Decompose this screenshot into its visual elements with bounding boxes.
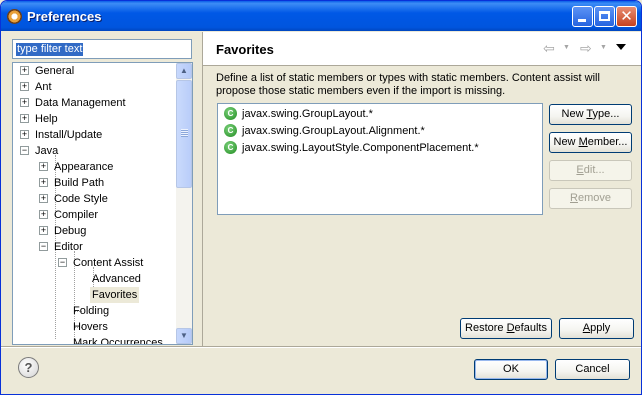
expand-icon[interactable]: + <box>20 130 29 139</box>
expand-icon[interactable]: + <box>39 226 48 235</box>
expand-icon[interactable]: + <box>39 210 48 219</box>
window-title: Preferences <box>27 9 102 24</box>
tree-item-label: Data Management <box>35 97 126 109</box>
expand-icon[interactable]: + <box>39 194 48 203</box>
tree-item-label: Appearance <box>54 161 114 173</box>
edit-button[interactable]: Edit... <box>549 160 632 181</box>
tree-item-help[interactable]: + Help <box>13 111 173 127</box>
tree-item-label: Compiler <box>54 209 99 221</box>
expand-icon[interactable]: + <box>20 66 29 75</box>
grip-icon <box>181 129 188 137</box>
favorite-label: javax.swing.GroupLayout.Alignment.* <box>242 125 425 137</box>
forward-arrow-icon[interactable]: ⇨ <box>580 40 592 57</box>
tree-item-ant[interactable]: + Ant <box>13 79 173 95</box>
tree-item-content-assist[interactable]: − Content Assist <box>13 255 173 271</box>
filter-input[interactable] <box>13 40 191 58</box>
collapse-icon[interactable]: − <box>58 258 67 267</box>
expand-icon[interactable]: + <box>20 98 29 107</box>
tree-item-data-management[interactable]: + Data Management <box>13 95 173 111</box>
help-icon[interactable]: ? <box>18 357 39 378</box>
expand-icon[interactable]: + <box>39 162 48 171</box>
class-icon: C <box>224 107 237 120</box>
maximize-button[interactable] <box>594 6 615 27</box>
tree-item-label: General <box>35 65 75 77</box>
tree-item-favorites[interactable]: Favorites <box>13 287 173 303</box>
tree-item-debug[interactable]: + Debug <box>13 223 173 239</box>
favorites-list[interactable]: C javax.swing.GroupLayout.* C javax.swin… <box>217 103 543 215</box>
minimize-icon <box>578 19 586 22</box>
tree-item-label: Folding <box>73 305 110 317</box>
preferences-window: Preferences ✕ type filter text + General… <box>0 0 642 395</box>
tree-item-java[interactable]: − Java <box>13 143 173 159</box>
tree-scrollbar[interactable]: ▲ ▼ <box>176 63 192 344</box>
class-icon: C <box>224 124 237 137</box>
tree-item-label: Content Assist <box>73 257 144 269</box>
tree-item-label: Advanced <box>92 273 141 285</box>
expand-icon[interactable]: + <box>39 178 48 187</box>
back-arrow-icon[interactable]: ⇦ <box>543 40 555 57</box>
scroll-thumb[interactable] <box>176 80 192 188</box>
tree-item-advanced[interactable]: Advanced <box>13 271 173 287</box>
tree-item-appearance[interactable]: + Appearance <box>13 159 173 175</box>
tree-item-label: Help <box>35 113 58 125</box>
filter-field[interactable]: type filter text <box>12 39 192 59</box>
remove-button[interactable]: Remove <box>549 188 632 209</box>
expand-icon[interactable]: + <box>20 82 29 91</box>
preference-tree[interactable]: + General + Ant + Data Management + Help… <box>12 62 193 345</box>
new-type-button[interactable]: New Type... <box>549 104 632 125</box>
new-member-button[interactable]: New Member... <box>549 132 632 153</box>
tree-item-build-path[interactable]: + Build Path <box>13 175 173 191</box>
page-header: Favorites ⇦ ▼ ⇨ ▼ <box>203 32 641 65</box>
minimize-button[interactable] <box>572 6 593 27</box>
expand-icon[interactable]: + <box>20 114 29 123</box>
tree-item-general[interactable]: + General <box>13 63 173 79</box>
scroll-down-button[interactable]: ▼ <box>176 328 192 344</box>
scroll-up-button[interactable]: ▲ <box>176 63 192 79</box>
tree-item-install-update[interactable]: + Install/Update <box>13 127 173 143</box>
panel-divider[interactable] <box>202 32 203 346</box>
class-icon: C <box>224 141 237 154</box>
tree-item-mark-occurrences[interactable]: Mark Occurrences <box>13 335 173 345</box>
eclipse-icon <box>7 9 22 24</box>
apply-button[interactable]: Apply <box>559 318 634 339</box>
maximize-icon <box>599 11 610 21</box>
tree-item-label: Install/Update <box>35 129 103 141</box>
favorite-label: javax.swing.LayoutStyle.ComponentPlaceme… <box>242 142 479 154</box>
tree-item-hovers[interactable]: Hovers <box>13 319 173 335</box>
back-dropdown-icon[interactable]: ▼ <box>563 44 570 51</box>
page-description: Define a list of static members or types… <box>216 72 600 97</box>
tree-item-code-style[interactable]: + Code Style <box>13 191 173 207</box>
view-menu-icon[interactable] <box>616 44 626 50</box>
tree-item-label: Mark Occurrences <box>73 337 163 345</box>
collapse-icon[interactable]: − <box>39 242 48 251</box>
bottom-separator <box>1 347 641 348</box>
title-bar[interactable]: Preferences ✕ <box>1 1 641 31</box>
tree-item-label: Build Path <box>54 177 105 189</box>
favorite-label: javax.swing.GroupLayout.* <box>242 108 373 120</box>
tree-item-label: Ant <box>35 81 52 93</box>
header-separator <box>203 65 641 66</box>
tree-item-folding[interactable]: Folding <box>13 303 173 319</box>
ok-button[interactable]: OK <box>474 359 548 380</box>
forward-dropdown-icon[interactable]: ▼ <box>600 44 607 51</box>
restore-defaults-button[interactable]: Restore Defaults <box>460 318 552 339</box>
close-button[interactable]: ✕ <box>616 6 637 27</box>
cancel-button[interactable]: Cancel <box>555 359 630 380</box>
tree-item-compiler[interactable]: + Compiler <box>13 207 173 223</box>
close-icon: ✕ <box>620 8 633 25</box>
tree-item-editor[interactable]: − Editor <box>13 239 173 255</box>
page-title: Favorites <box>216 42 274 57</box>
tree-item-label: Editor <box>54 241 83 253</box>
tree-item-label: Hovers <box>73 321 108 333</box>
tree-item-label: Debug <box>54 225 87 237</box>
tree-item-label: Favorites <box>90 287 140 303</box>
tree-item-label: Java <box>35 145 59 157</box>
tree-item-label: Code Style <box>54 193 108 205</box>
collapse-icon[interactable]: − <box>20 146 29 155</box>
